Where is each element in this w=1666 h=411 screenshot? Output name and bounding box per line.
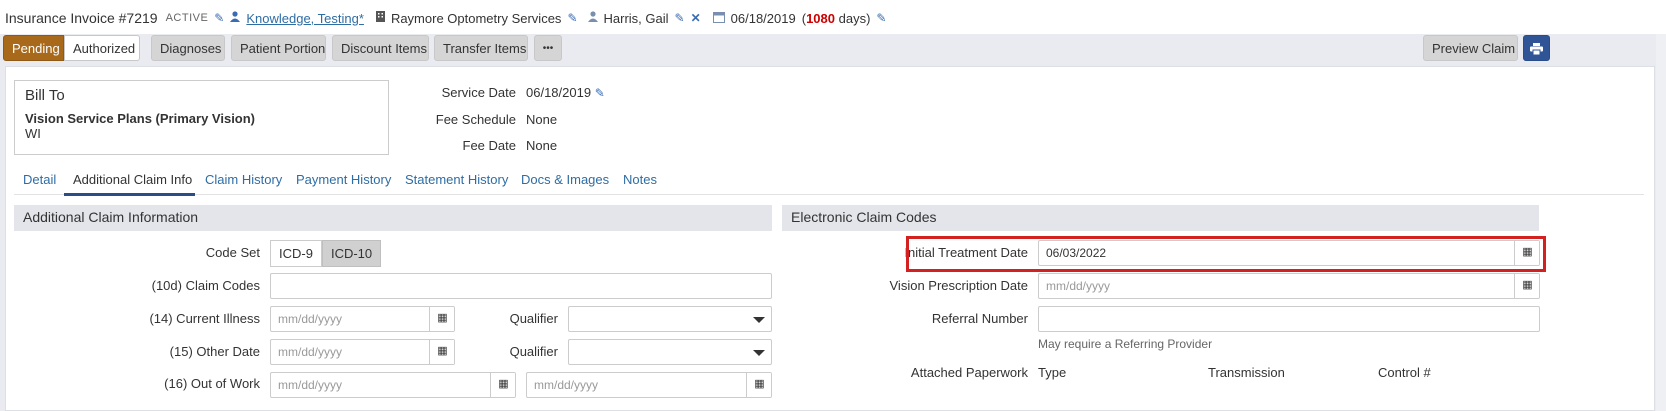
- current-illness-label: (14) Current Illness: [149, 311, 260, 326]
- days-open: (1080 days): [801, 10, 871, 26]
- fee-date-label: Fee Date: [462, 138, 516, 153]
- edit-pencil-icon[interactable]: ✎: [214, 11, 224, 25]
- tab-detail[interactable]: Detail: [23, 172, 56, 187]
- print-button[interactable]: [1523, 35, 1550, 61]
- action-toolbar: Pending Authorized Diagnoses Patient Por…: [3, 35, 1663, 64]
- invoice-tabs: Detail Additional Claim Info Claim Histo…: [14, 165, 1644, 196]
- vision-rx-date-input[interactable]: mm/dd/yyyy ▦: [1038, 273, 1540, 299]
- service-date-value: 06/18/2019 ✎: [526, 85, 605, 100]
- location-name: Raymore Optometry Services: [390, 10, 562, 26]
- attached-paperwork-label: Attached Paperwork: [910, 365, 1028, 380]
- status-badge: ACTIVE: [165, 12, 209, 24]
- edit-date-icon[interactable]: ✎: [876, 11, 886, 25]
- referral-number-label: Referral Number: [931, 311, 1028, 326]
- other-date-input[interactable]: mm/dd/yyyy ▦: [270, 339, 455, 365]
- fee-schedule-value: None: [526, 112, 558, 127]
- edit-service-date-icon[interactable]: ✎: [595, 86, 605, 100]
- current-illness-date-input[interactable]: mm/dd/yyyy ▦: [270, 306, 455, 332]
- days-count: 1080: [806, 10, 835, 26]
- out-of-work-to-input[interactable]: mm/dd/yyyy ▦: [526, 372, 772, 398]
- diagnoses-button[interactable]: Diagnoses: [151, 35, 225, 61]
- provider-icon: [587, 11, 598, 25]
- electronic-claim-codes-header: Electronic Claim Codes: [782, 205, 1539, 231]
- tab-payment-history[interactable]: Payment History: [296, 172, 391, 187]
- referral-hint: May require a Referring Provider: [1038, 337, 1213, 351]
- code-set-toggle: ICD-9 ICD-10: [270, 240, 382, 267]
- print-icon: [1530, 43, 1543, 56]
- header-bar: Insurance Invoice #7219 ACTIVE ✎ Knowled…: [0, 0, 1666, 34]
- vision-rx-date-label: Vision Prescription Date: [889, 278, 1029, 293]
- invoice-title: Insurance Invoice #7219: [5, 10, 158, 26]
- more-button[interactable]: •••: [534, 35, 562, 61]
- remove-icon[interactable]: ✕: [691, 11, 701, 25]
- code-set-icd9[interactable]: ICD-9: [270, 240, 322, 267]
- code-set-icd10[interactable]: ICD-10: [321, 240, 382, 267]
- transfer-items-button[interactable]: Transfer Items: [434, 35, 528, 61]
- discount-items-button[interactable]: Discount Items: [332, 35, 429, 61]
- claim-codes-label: (10d) Claim Codes: [151, 278, 260, 293]
- tab-additional-claim-info[interactable]: Additional Claim Info: [73, 172, 192, 187]
- pending-button[interactable]: Pending: [3, 35, 64, 61]
- fee-schedule-label: Fee Schedule: [435, 112, 516, 127]
- tab-docs-images[interactable]: Docs & Images: [521, 172, 609, 187]
- tab-notes[interactable]: Notes: [623, 172, 657, 187]
- provider-name: Harris, Gail: [603, 10, 669, 26]
- col-control: Control #: [1378, 365, 1431, 380]
- chevron-down-icon: [753, 350, 765, 356]
- out-of-work-from-input[interactable]: mm/dd/yyyy ▦: [270, 372, 516, 398]
- fee-date-value: None: [526, 138, 558, 153]
- edit-location-icon[interactable]: ✎: [567, 11, 577, 25]
- other-date-label: (15) Other Date: [169, 344, 260, 359]
- authorized-button[interactable]: Authorized: [64, 35, 140, 61]
- user-icon: [230, 11, 241, 25]
- calendar-icon[interactable]: ▦: [429, 340, 454, 364]
- claim-codes-input[interactable]: [270, 273, 772, 299]
- tab-statement-history[interactable]: Statement History: [405, 172, 508, 187]
- page-scrollbar[interactable]: [1656, 34, 1666, 411]
- calendar-icon[interactable]: ▦: [429, 307, 454, 331]
- referral-number-input[interactable]: [1038, 306, 1540, 332]
- service-date-header: 06/18/2019: [730, 10, 796, 26]
- calendar-icon[interactable]: ▦: [490, 373, 515, 397]
- chevron-down-icon: [753, 317, 765, 323]
- tab-claim-history[interactable]: Claim History: [205, 172, 282, 187]
- additional-claim-info-header: Additional Claim Information: [14, 205, 772, 231]
- calendar-icon[interactable]: ▦: [746, 373, 771, 397]
- other-date-qualifier-select[interactable]: [568, 339, 772, 365]
- col-transmission: Transmission: [1208, 365, 1285, 380]
- out-of-work-label: (16) Out of Work: [164, 376, 260, 391]
- highlight-box: [906, 236, 1546, 272]
- patient-portion-button[interactable]: Patient Portion: [231, 35, 326, 61]
- preview-claim-button[interactable]: Preview Claim: [1423, 35, 1518, 61]
- current-illness-qualifier-select[interactable]: [568, 306, 772, 332]
- edit-provider-icon[interactable]: ✎: [675, 11, 685, 25]
- active-tab-indicator: [64, 193, 195, 196]
- patient-link[interactable]: Knowledge, Testing*: [246, 11, 364, 26]
- qualifier-label-2: Qualifier: [509, 344, 558, 359]
- calendar-icon: [712, 11, 725, 26]
- code-set-label: Code Set: [205, 245, 260, 260]
- calendar-icon[interactable]: ▦: [1514, 274, 1539, 298]
- service-date-label: Service Date: [441, 85, 516, 100]
- col-type: Type: [1038, 365, 1067, 380]
- building-icon: [375, 11, 385, 25]
- qualifier-label: Qualifier: [509, 311, 558, 326]
